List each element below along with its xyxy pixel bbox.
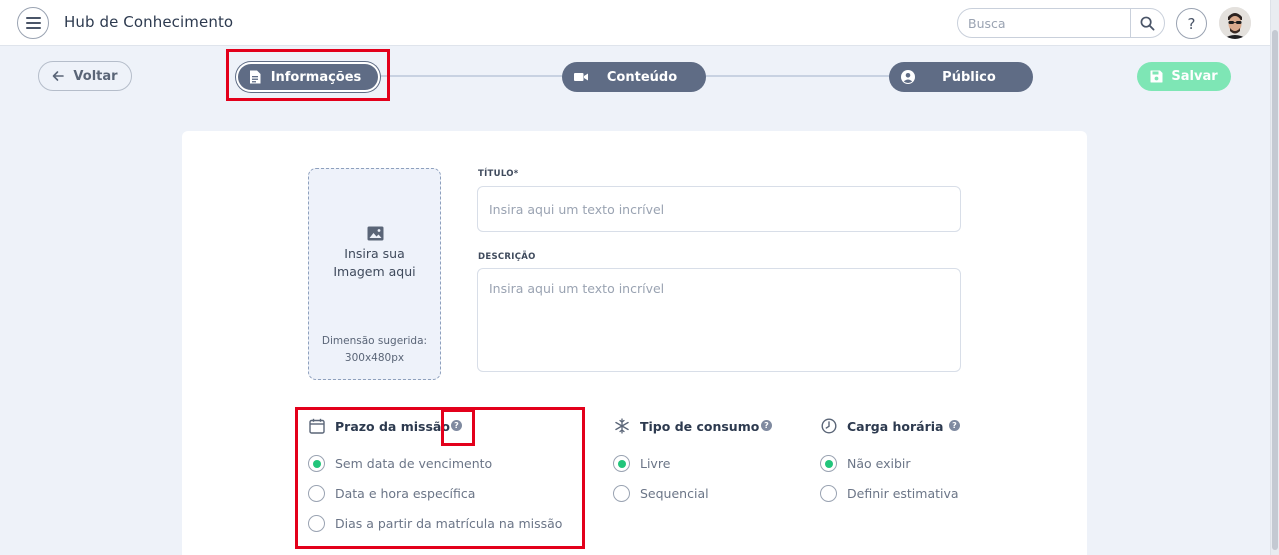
consumption-option-radio-0[interactable] xyxy=(613,455,630,472)
description-textarea[interactable] xyxy=(477,268,961,372)
deadline-section-title: Prazo da missão xyxy=(335,419,450,434)
workload-option-radio-0[interactable] xyxy=(820,455,837,472)
consumption-option-label-0[interactable]: Livre xyxy=(640,456,670,471)
top-bar: Hub de Conhecimento ? xyxy=(0,0,1279,46)
deadline-option-label-1[interactable]: Data e hora específica xyxy=(335,486,475,501)
search-button[interactable] xyxy=(1130,9,1164,37)
image-size-hint: Dimensão sugerida: 300x480px xyxy=(321,335,428,364)
title-field-label: TÍTULO* xyxy=(478,169,519,179)
consumption-option-radio-1[interactable] xyxy=(613,485,630,502)
workload-option-label-1[interactable]: Definir estimativa xyxy=(847,486,959,501)
save-button[interactable]: Salvar xyxy=(1137,62,1231,91)
consumption-section-title: Tipo de consumo xyxy=(640,419,760,434)
save-label: Salvar xyxy=(1171,69,1218,84)
stepper-connector xyxy=(704,75,891,77)
back-button[interactable]: Voltar xyxy=(38,61,132,91)
back-label: Voltar xyxy=(73,68,118,84)
page-scrollbar[interactable] xyxy=(1270,0,1279,555)
workload-option-radio-1[interactable] xyxy=(820,485,837,502)
calendar-icon xyxy=(309,418,325,434)
floppy-disk-icon xyxy=(1150,70,1163,83)
search-icon xyxy=(1140,16,1155,30)
deadline-option-label-0[interactable]: Sem data de vencimento xyxy=(335,456,492,471)
hamburger-menu-button[interactable] xyxy=(17,7,49,39)
step-informacoes[interactable]: Informações xyxy=(236,62,380,92)
title-input[interactable] xyxy=(477,186,961,232)
help-icon: ? xyxy=(1187,14,1196,33)
avatar-icon xyxy=(1219,7,1251,39)
consumption-option-label-1[interactable]: Sequencial xyxy=(640,486,709,501)
step-conteudo[interactable]: Conteúdo xyxy=(562,62,706,92)
snowflake-icon xyxy=(615,418,629,434)
app-title: Hub de Conhecimento xyxy=(64,13,234,31)
image-upload-dropzone[interactable]: Insira sua Imagem aqui Dimensão sugerida… xyxy=(308,168,441,380)
image-icon xyxy=(367,226,384,241)
consumption-help-icon[interactable]: ? xyxy=(761,420,772,431)
description-field-label: DESCRIÇÃO xyxy=(478,252,536,262)
arrow-left-icon xyxy=(53,71,65,81)
workload-section-title: Carga horária xyxy=(847,419,944,434)
workload-option-label-0[interactable]: Não exibir xyxy=(847,456,911,471)
scrollbar-thumb[interactable] xyxy=(1272,30,1278,550)
clock-icon xyxy=(821,418,837,434)
deadline-option-label-2[interactable]: Dias a partir da matrícula na missão xyxy=(335,516,562,531)
deadline-help-icon[interactable]: ? xyxy=(451,420,462,431)
deadline-option-radio-2[interactable] xyxy=(308,515,325,532)
video-camera-icon xyxy=(574,70,588,84)
deadline-option-radio-1[interactable] xyxy=(308,485,325,502)
user-circle-icon xyxy=(901,70,915,84)
help-button[interactable]: ? xyxy=(1176,8,1207,39)
image-upload-prompt: Insira sua Imagem aqui xyxy=(333,246,416,279)
deadline-option-radio-0[interactable] xyxy=(308,455,325,472)
document-icon xyxy=(248,70,262,84)
search-box xyxy=(957,8,1165,38)
user-avatar[interactable] xyxy=(1219,7,1251,39)
search-input[interactable] xyxy=(958,9,1130,37)
step-publico[interactable]: Público xyxy=(889,62,1033,92)
stepper-connector xyxy=(380,75,565,77)
menu-icon xyxy=(25,17,41,19)
workload-help-icon[interactable]: ? xyxy=(949,420,960,431)
